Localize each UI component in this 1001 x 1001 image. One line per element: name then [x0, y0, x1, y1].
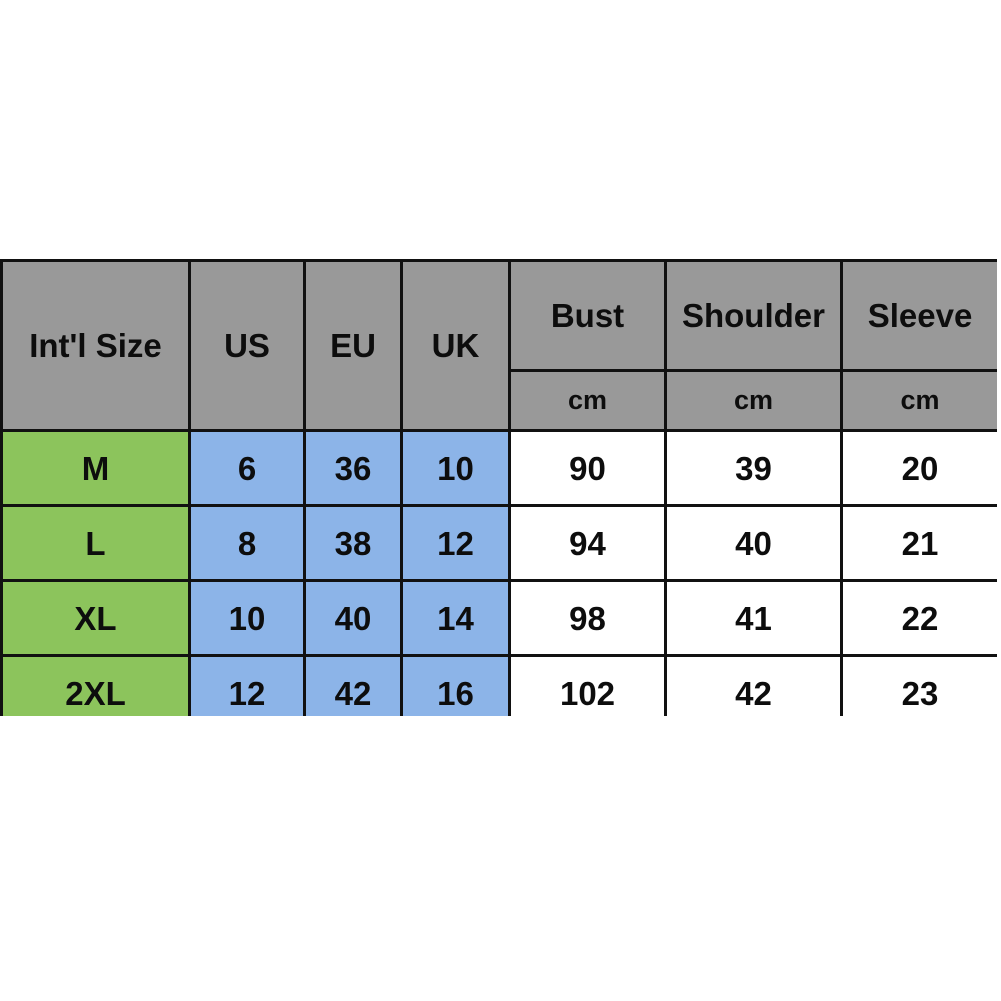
cell-sleeve: 23 [840, 654, 997, 716]
cell-eu: 40 [303, 579, 403, 657]
cell-intl-size: L [0, 504, 191, 582]
cell-sleeve: 22 [840, 579, 997, 657]
cell-uk: 12 [400, 504, 511, 582]
column-header-uk: UK [400, 259, 511, 432]
cell-eu: 42 [303, 654, 403, 716]
cell-bust: 94 [508, 504, 667, 582]
table-row: M 6 36 10 90 39 20 [0, 429, 997, 507]
cell-us: 8 [188, 504, 306, 582]
header-row-primary: Int'l Size US EU UK Bust Shoulder Sleeve [0, 259, 997, 432]
cell-us: 12 [188, 654, 306, 716]
cell-intl-size: XL [0, 579, 191, 657]
cell-shoulder: 42 [664, 654, 843, 716]
column-header-intl-size: Int'l Size [0, 259, 191, 432]
table-row: 2XL 12 42 16 102 42 23 [0, 654, 997, 716]
column-header-us: US [188, 259, 306, 432]
unit-header-shoulder: cm [664, 369, 843, 432]
size-chart-container: Int'l Size US EU UK Bust Shoulder Sleeve… [0, 259, 997, 716]
cell-us: 6 [188, 429, 306, 507]
cell-us: 10 [188, 579, 306, 657]
cell-sleeve: 20 [840, 429, 997, 507]
column-header-sleeve: Sleeve [840, 259, 997, 372]
cell-sleeve: 21 [840, 504, 997, 582]
size-chart-table: Int'l Size US EU UK Bust Shoulder Sleeve… [0, 259, 997, 716]
cell-uk: 14 [400, 579, 511, 657]
table-header: Int'l Size US EU UK Bust Shoulder Sleeve… [0, 259, 997, 432]
column-header-eu: EU [303, 259, 403, 432]
cell-bust: 102 [508, 654, 667, 716]
cell-eu: 36 [303, 429, 403, 507]
cell-intl-size: 2XL [0, 654, 191, 716]
cell-eu: 38 [303, 504, 403, 582]
column-header-bust: Bust [508, 259, 667, 372]
table-body: M 6 36 10 90 39 20 L 8 38 12 94 40 21 XL… [0, 429, 997, 716]
column-header-shoulder: Shoulder [664, 259, 843, 372]
cell-shoulder: 40 [664, 504, 843, 582]
cell-intl-size: M [0, 429, 191, 507]
cell-uk: 10 [400, 429, 511, 507]
cell-shoulder: 39 [664, 429, 843, 507]
cell-shoulder: 41 [664, 579, 843, 657]
table-row: L 8 38 12 94 40 21 [0, 504, 997, 582]
unit-header-sleeve: cm [840, 369, 997, 432]
cell-bust: 98 [508, 579, 667, 657]
table-row: XL 10 40 14 98 41 22 [0, 579, 997, 657]
cell-uk: 16 [400, 654, 511, 716]
unit-header-bust: cm [508, 369, 667, 432]
cell-bust: 90 [508, 429, 667, 507]
